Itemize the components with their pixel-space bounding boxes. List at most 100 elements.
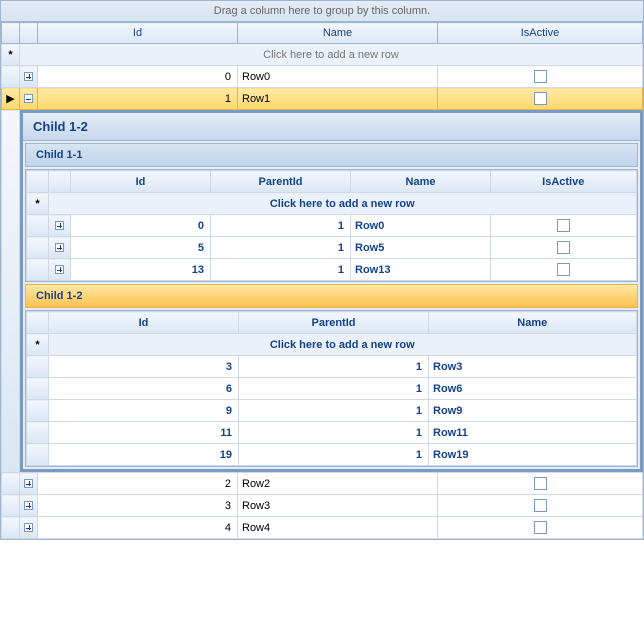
- expand-icon[interactable]: [24, 479, 33, 488]
- cell-id[interactable]: 9: [49, 400, 239, 422]
- table-row[interactable]: 6 1 Row6: [27, 378, 637, 400]
- child2-new-row[interactable]: * Click here to add a new row: [27, 334, 637, 356]
- expand-header: [20, 23, 38, 44]
- table-row[interactable]: 9 1 Row9: [27, 400, 637, 422]
- col-header-id[interactable]: Id: [49, 312, 239, 334]
- cell-id[interactable]: 5: [71, 237, 211, 259]
- row-indicator: [2, 66, 20, 88]
- cell-id[interactable]: 11: [49, 422, 239, 444]
- table-row[interactable]: 4 Row4: [2, 517, 643, 539]
- cell-parentid[interactable]: 1: [239, 356, 429, 378]
- cell-name[interactable]: Row0: [238, 66, 438, 88]
- cell-id[interactable]: 2: [38, 473, 238, 495]
- detail-active-tab[interactable]: Child 1-2: [23, 113, 640, 141]
- cell-parentid[interactable]: 1: [211, 215, 351, 237]
- cell-id[interactable]: 13: [71, 259, 211, 281]
- new-row-text[interactable]: Click here to add a new row: [49, 334, 637, 356]
- cell-parentid[interactable]: 1: [239, 378, 429, 400]
- table-row[interactable]: 0 Row0: [2, 66, 643, 88]
- col-header-isactive[interactable]: IsActive: [438, 23, 643, 44]
- table-row[interactable]: 13 1 Row13: [27, 259, 637, 281]
- table-row[interactable]: 5 1 Row5: [27, 237, 637, 259]
- checkbox-isactive[interactable]: [534, 92, 547, 105]
- cell-id[interactable]: 6: [49, 378, 239, 400]
- checkbox-isactive[interactable]: [534, 499, 547, 512]
- cell-id[interactable]: 0: [71, 215, 211, 237]
- col-header-name[interactable]: Name: [351, 171, 491, 193]
- cell-name[interactable]: Row3: [429, 356, 637, 378]
- child1-header[interactable]: Child 1-1: [25, 143, 638, 167]
- current-row-arrow-icon: ▶: [6, 93, 14, 105]
- cell-id[interactable]: 3: [38, 495, 238, 517]
- new-row-text[interactable]: Click here to add a new row: [20, 44, 643, 66]
- cell-name[interactable]: Row6: [429, 378, 637, 400]
- cell-name[interactable]: Row11: [429, 422, 637, 444]
- child1-new-row[interactable]: * Click here to add a new row: [27, 193, 637, 215]
- cell-name[interactable]: Row5: [351, 237, 491, 259]
- table-row[interactable]: 2 Row2: [2, 473, 643, 495]
- cell-name[interactable]: Row9: [429, 400, 637, 422]
- table-row[interactable]: ▶ 1 Row1: [2, 88, 643, 110]
- checkbox-isactive[interactable]: [557, 219, 570, 232]
- table-row[interactable]: 3 Row3: [2, 495, 643, 517]
- col-header-isactive[interactable]: IsActive: [491, 171, 637, 193]
- master-header-row: Id Name IsActive: [2, 23, 643, 44]
- expand-icon[interactable]: [24, 72, 33, 81]
- new-row-star-icon: *: [35, 339, 39, 351]
- child2-header[interactable]: Child 1-2: [25, 284, 638, 308]
- expand-icon[interactable]: [24, 523, 33, 532]
- cell-id[interactable]: 4: [38, 517, 238, 539]
- checkbox-isactive[interactable]: [534, 477, 547, 490]
- cell-name[interactable]: Row19: [429, 444, 637, 466]
- child1-grid: Id ParentId Name IsActive * Click here t…: [25, 169, 638, 282]
- cell-parentid[interactable]: 1: [239, 422, 429, 444]
- expand-icon[interactable]: [55, 221, 64, 230]
- expand-icon[interactable]: [55, 243, 64, 252]
- collapse-icon[interactable]: [24, 94, 33, 103]
- detail-panel: Child 1-2 Child 1-1 Id ParentId Name I: [20, 110, 643, 472]
- cell-name[interactable]: Row1: [238, 88, 438, 110]
- checkbox-isactive[interactable]: [557, 263, 570, 276]
- new-row-star-icon: *: [35, 198, 39, 210]
- expand-icon[interactable]: [55, 265, 64, 274]
- indicator-header: [2, 23, 20, 44]
- row-indicator: [2, 110, 20, 473]
- child2-grid: Id ParentId Name * Click here to add a n…: [25, 310, 638, 467]
- table-row[interactable]: 0 1 Row0: [27, 215, 637, 237]
- cell-parentid[interactable]: 1: [211, 259, 351, 281]
- cell-parentid[interactable]: 1: [239, 444, 429, 466]
- cell-name[interactable]: Row4: [238, 517, 438, 539]
- checkbox-isactive[interactable]: [534, 70, 547, 83]
- cell-parentid[interactable]: 1: [211, 237, 351, 259]
- cell-id[interactable]: 19: [49, 444, 239, 466]
- cell-id[interactable]: 1: [38, 88, 238, 110]
- detail-row: Child 1-2 Child 1-1 Id ParentId Name I: [2, 110, 643, 473]
- col-header-name[interactable]: Name: [429, 312, 637, 334]
- col-header-id[interactable]: Id: [38, 23, 238, 44]
- cell-parentid[interactable]: 1: [239, 400, 429, 422]
- table-row[interactable]: 3 1 Row3: [27, 356, 637, 378]
- new-row-text[interactable]: Click here to add a new row: [49, 193, 637, 215]
- table-row[interactable]: 19 1 Row19: [27, 444, 637, 466]
- table-row[interactable]: 11 1 Row11: [27, 422, 637, 444]
- cell-name[interactable]: Row3: [238, 495, 438, 517]
- new-row-star-icon: *: [8, 49, 12, 61]
- col-header-name[interactable]: Name: [238, 23, 438, 44]
- cell-name[interactable]: Row13: [351, 259, 491, 281]
- expand-icon[interactable]: [24, 501, 33, 510]
- expand-header: [49, 171, 71, 193]
- cell-id[interactable]: 0: [38, 66, 238, 88]
- checkbox-isactive[interactable]: [557, 241, 570, 254]
- indicator-header: [27, 312, 49, 334]
- col-header-id[interactable]: Id: [71, 171, 211, 193]
- col-header-parentid[interactable]: ParentId: [239, 312, 429, 334]
- group-panel[interactable]: Drag a column here to group by this colu…: [1, 1, 643, 22]
- cell-name[interactable]: Row0: [351, 215, 491, 237]
- col-header-parentid[interactable]: ParentId: [211, 171, 351, 193]
- cell-name[interactable]: Row2: [238, 473, 438, 495]
- indicator-header: [27, 171, 49, 193]
- master-grid: Drag a column here to group by this colu…: [0, 0, 644, 540]
- checkbox-isactive[interactable]: [534, 521, 547, 534]
- cell-id[interactable]: 3: [49, 356, 239, 378]
- master-new-row[interactable]: * Click here to add a new row: [2, 44, 643, 66]
